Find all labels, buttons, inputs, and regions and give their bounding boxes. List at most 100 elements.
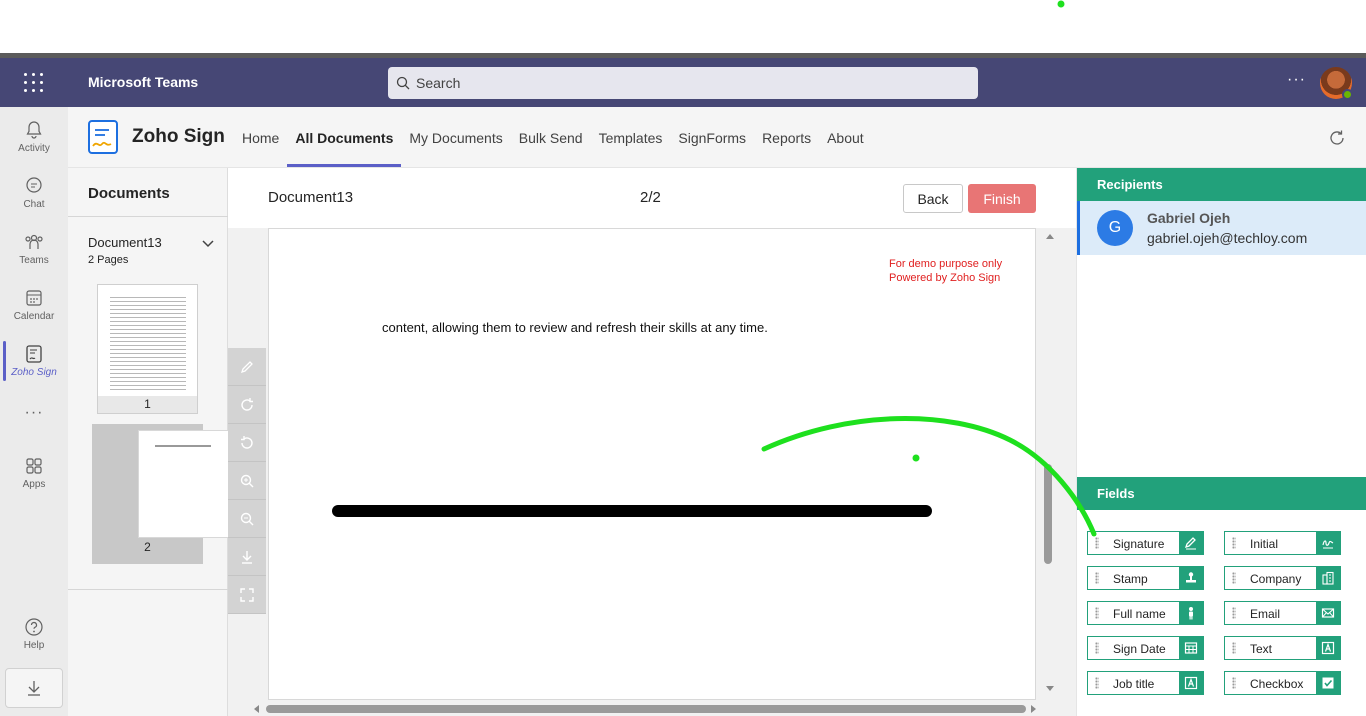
recipient-card[interactable]: G Gabriel Ojeh gabriel.ojeh@techloy.com	[1077, 201, 1366, 255]
vertical-scroll-thumb[interactable]	[1044, 464, 1052, 564]
teams-title-bar: Microsoft Teams ···	[0, 58, 1366, 107]
document-viewer: For demo purpose only Powered by Zoho Si…	[228, 228, 1076, 716]
nav-reports[interactable]: Reports	[754, 107, 819, 167]
field-initial[interactable]: Initial	[1224, 531, 1341, 555]
thumbnail-preview	[138, 430, 237, 538]
rail-item-apps[interactable]: Apps	[0, 447, 68, 499]
rail-label: Apps	[22, 479, 46, 490]
field-label: Job title	[1113, 677, 1155, 691]
field-full-name[interactable]: Full name	[1087, 601, 1204, 625]
field-label: Email	[1250, 607, 1281, 621]
zoom-in-tool[interactable]	[228, 462, 266, 500]
thumbnail-number: 2	[144, 540, 151, 554]
field-text[interactable]: Text	[1224, 636, 1341, 660]
nav-signforms[interactable]: SignForms	[670, 107, 754, 167]
fullscreen-tool[interactable]	[228, 576, 266, 614]
refresh-icon[interactable]	[1327, 128, 1347, 153]
field-job-title[interactable]: Job title	[1087, 671, 1204, 695]
horizontal-scroll-thumb[interactable]	[266, 705, 1026, 713]
rail-label: Chat	[23, 199, 45, 210]
document-page-count: 2 Pages	[88, 254, 129, 266]
thumbnail-number: 1	[98, 396, 197, 413]
rail-item-teams[interactable]: Teams	[0, 223, 68, 275]
drag-handle-icon	[1095, 677, 1099, 689]
bell-icon	[26, 121, 42, 139]
page-indicator: 2/2	[640, 189, 661, 206]
search-input[interactable]	[416, 75, 956, 91]
drag-handle-icon	[1095, 642, 1099, 654]
zoho-sign-icon	[26, 345, 42, 363]
nav-my-documents[interactable]: My Documents	[401, 107, 510, 167]
viewer-header: Document13 2/2 Back Finish	[228, 168, 1076, 228]
document-page[interactable]: For demo purpose only Powered by Zoho Si…	[268, 228, 1036, 700]
field-email[interactable]: Email	[1224, 601, 1341, 625]
app-header: Zoho Sign Home All Documents My Document…	[68, 107, 1366, 168]
scroll-down-icon	[1046, 686, 1054, 691]
rail-item-chat[interactable]: Chat	[0, 167, 68, 219]
app-launcher-icon[interactable]	[24, 73, 44, 93]
drag-handle-icon	[1095, 537, 1099, 549]
nav-templates[interactable]: Templates	[591, 107, 671, 167]
nav-home[interactable]: Home	[234, 107, 287, 167]
more-apps-icon[interactable]: ···	[0, 404, 68, 422]
search-icon	[396, 76, 410, 90]
field-company[interactable]: Company	[1224, 566, 1341, 590]
field-label: Text	[1250, 642, 1273, 656]
rail-item-activity[interactable]: Activity	[0, 111, 68, 163]
drag-handle-icon	[1232, 572, 1236, 584]
download-button[interactable]	[5, 668, 63, 708]
field-stamp[interactable]: Stamp	[1087, 566, 1204, 590]
nav-about[interactable]: About	[819, 107, 872, 167]
stamp-icon	[1179, 567, 1203, 589]
nav-all-documents[interactable]: All Documents	[287, 107, 402, 167]
field-label: Stamp	[1113, 572, 1148, 586]
presence-status-icon	[1342, 89, 1353, 100]
recipients-header: Recipients	[1077, 168, 1366, 201]
download-tool[interactable]	[228, 538, 266, 576]
nav-bulk-send[interactable]: Bulk Send	[511, 107, 591, 167]
field-label: Initial	[1250, 537, 1279, 551]
divider	[68, 589, 228, 590]
drag-handle-icon	[1232, 537, 1236, 549]
rotate-icon	[241, 397, 253, 411]
scroll-up-icon	[1046, 234, 1054, 239]
vertical-scrollbar[interactable]	[1043, 230, 1055, 696]
app-nav: Home All Documents My Documents Bulk Sen…	[234, 107, 872, 167]
rail-item-help[interactable]: Help	[0, 608, 68, 660]
pencil-icon	[240, 360, 253, 373]
rail-item-calendar[interactable]: Calendar	[0, 279, 68, 331]
undo-tool[interactable]	[228, 424, 266, 462]
search-box[interactable]	[388, 67, 978, 99]
rail-item-zoho-sign[interactable]: Zoho Sign	[0, 335, 68, 387]
divider	[68, 216, 228, 217]
finish-button[interactable]: Finish	[968, 184, 1036, 213]
teams-app-title: Microsoft Teams	[88, 74, 199, 90]
documents-panel: Documents Document13 2 Pages 1 2	[68, 168, 237, 716]
back-button[interactable]: Back	[903, 184, 963, 213]
field-signature[interactable]: Signature	[1087, 531, 1204, 555]
page-thumbnail-1[interactable]: 1	[97, 284, 198, 414]
page-thumbnail-2[interactable]: 2	[92, 424, 237, 564]
download-icon	[28, 681, 40, 696]
chevron-down-icon[interactable]	[202, 236, 214, 254]
text-box-icon	[1179, 672, 1203, 694]
top-blank-area	[0, 0, 1366, 53]
edit-tool[interactable]	[228, 348, 266, 386]
document-name[interactable]: Document13	[88, 235, 162, 250]
field-sign-date[interactable]: Sign Date	[1087, 636, 1204, 660]
field-label: Checkbox	[1250, 677, 1304, 691]
rotate-tool[interactable]	[228, 386, 266, 424]
field-label: Company	[1250, 572, 1302, 586]
field-checkbox[interactable]: Checkbox	[1224, 671, 1341, 695]
expand-icon	[240, 587, 254, 602]
viewer-document-title: Document13	[268, 189, 354, 206]
drag-handle-icon	[1232, 677, 1236, 689]
zoom-out-icon	[240, 512, 254, 525]
text-box-icon	[1316, 637, 1340, 659]
thumbnail-preview	[110, 297, 186, 392]
signature-pen-icon	[1179, 532, 1203, 554]
zoom-out-tool[interactable]	[228, 500, 266, 538]
documents-title: Documents	[88, 185, 170, 202]
more-options-icon[interactable]: ···	[1287, 71, 1306, 89]
user-avatar[interactable]	[1320, 67, 1353, 100]
